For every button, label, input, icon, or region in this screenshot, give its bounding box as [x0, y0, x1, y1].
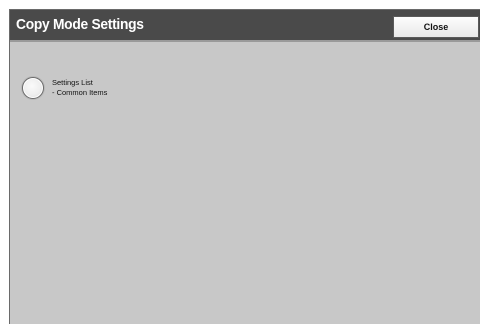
copy-mode-settings-screen: Copy Mode Settings Close Settings List -… [9, 9, 480, 324]
page-title: Copy Mode Settings [16, 16, 144, 33]
close-button[interactable]: Close [393, 16, 479, 38]
radio-button[interactable] [22, 77, 44, 99]
title-bar: Copy Mode Settings Close [10, 10, 480, 42]
option-label: Settings List - Common Items [52, 78, 107, 98]
settings-list-common-items-option[interactable]: Settings List - Common Items [22, 77, 107, 99]
option-label-line2: - Common Items [52, 88, 108, 97]
option-label-line1: Settings List [52, 78, 93, 87]
